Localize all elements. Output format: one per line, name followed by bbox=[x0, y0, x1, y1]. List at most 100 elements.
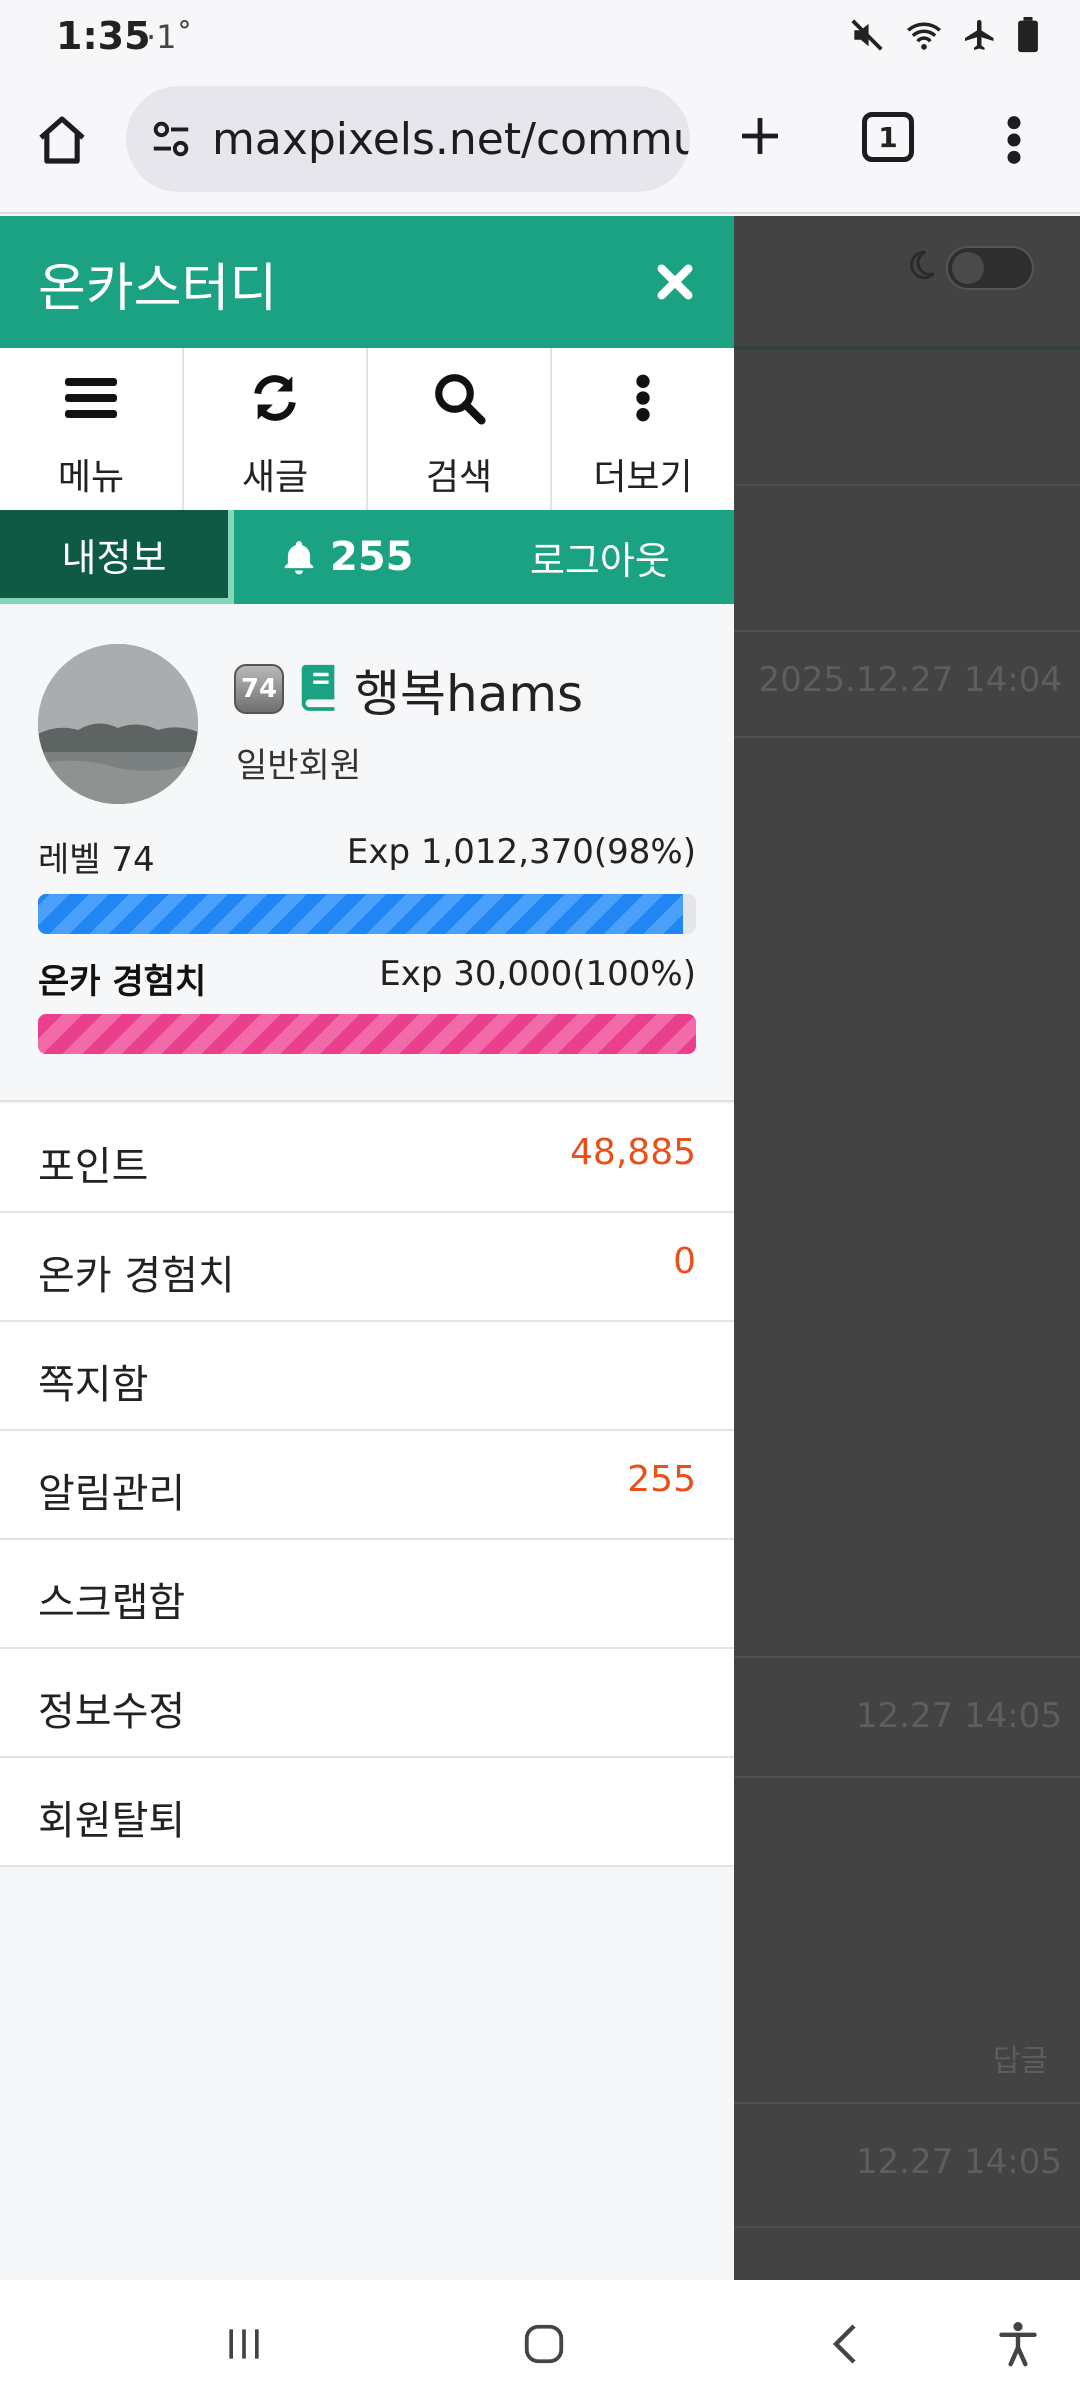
back-button[interactable] bbox=[816, 2312, 876, 2376]
accessibility-button[interactable] bbox=[988, 2312, 1048, 2376]
level-progress-bar bbox=[38, 894, 696, 934]
site-title[interactable]: 온카스터디 bbox=[38, 246, 277, 321]
level-exp: Exp 1,012,370(98%) bbox=[346, 832, 696, 872]
refresh-icon bbox=[249, 368, 301, 428]
status-temperature: ·1˚ bbox=[146, 18, 193, 56]
book-icon bbox=[296, 660, 342, 716]
quick-actions: 메뉴 새글 검색 더보기 bbox=[0, 348, 734, 510]
moon-icon bbox=[904, 246, 938, 288]
page-dim-overlay[interactable]: 2025.12.27 14:04 12.27 14:05 답글 12.27 14… bbox=[734, 216, 1080, 2280]
quick-more-label: 더보기 bbox=[593, 457, 693, 498]
accessibility-icon bbox=[999, 2322, 1037, 2367]
battery-icon bbox=[1016, 17, 1040, 53]
menu-item-notifications[interactable]: 알림관리 255 bbox=[0, 1431, 734, 1540]
divider bbox=[734, 484, 1080, 486]
notification-count: 255 bbox=[330, 534, 414, 580]
recent-apps-icon bbox=[229, 2329, 259, 2359]
menu-icon bbox=[65, 368, 117, 428]
url-text: maxpixels.net/commu bbox=[212, 114, 690, 165]
quick-search-label: 검색 bbox=[425, 457, 493, 498]
more-vertical-icon bbox=[1007, 116, 1021, 164]
mute-icon bbox=[848, 16, 886, 54]
level-badge: 74 bbox=[234, 664, 284, 714]
new-tab-button[interactable] bbox=[728, 104, 792, 168]
drawer-header: 온카스터디 bbox=[0, 216, 734, 348]
wifi-icon bbox=[904, 16, 944, 54]
bell-icon bbox=[284, 541, 314, 575]
menu-item-label: 정보수정 bbox=[38, 1689, 186, 1735]
menu-item-withdraw[interactable]: 회원탈퇴 bbox=[0, 1758, 734, 1867]
username: 행복hams bbox=[354, 665, 584, 723]
dark-mode-toggle[interactable] bbox=[946, 246, 1034, 290]
home-nav-button[interactable] bbox=[514, 2312, 574, 2376]
tab-logout[interactable]: 로그아웃 bbox=[530, 510, 670, 604]
more-vertical-icon bbox=[634, 368, 652, 428]
home-button[interactable] bbox=[30, 108, 94, 172]
back-icon bbox=[832, 2324, 856, 2364]
menu-item-label: 온카 경험치 bbox=[38, 1253, 235, 1299]
level-label: 레벨 74 bbox=[38, 840, 155, 880]
status-bar: 1:35 ·1˚ bbox=[0, 0, 1080, 72]
menu-item-onka-exp[interactable]: 온카 경험치 0 bbox=[0, 1213, 734, 1322]
quick-more-button[interactable]: 더보기 bbox=[552, 348, 734, 510]
menu-item-value: 255 bbox=[627, 1459, 696, 1500]
status-icons bbox=[848, 16, 1040, 54]
reply-link: 답글 bbox=[992, 2044, 1048, 2079]
quick-new-posts-button[interactable]: 새글 bbox=[184, 348, 368, 510]
menu-item-label: 포인트 bbox=[38, 1144, 149, 1190]
onka-exp-value: Exp 30,000(100%) bbox=[379, 954, 696, 994]
menu-item-edit-profile[interactable]: 정보수정 bbox=[0, 1649, 734, 1758]
post-date: 12.27 14:05 bbox=[855, 2142, 1062, 2182]
menu-item-points[interactable]: 포인트 48,885 bbox=[0, 1104, 734, 1213]
recent-apps-button[interactable] bbox=[216, 2312, 272, 2376]
menu-item-value: 48,885 bbox=[570, 1132, 696, 1173]
divider bbox=[734, 1776, 1080, 1778]
user-tabs: 내정보 255 로그아웃 bbox=[0, 510, 734, 604]
background-header bbox=[734, 216, 1080, 350]
onka-progress-bar bbox=[38, 1014, 696, 1054]
avatar[interactable] bbox=[38, 644, 198, 804]
onka-exp-label: 온카 경험치 bbox=[38, 962, 207, 1002]
level-progress-fill bbox=[38, 894, 683, 934]
home-circle-icon bbox=[524, 2324, 564, 2364]
quick-search-button[interactable]: 검색 bbox=[368, 348, 552, 510]
tab-switcher-button[interactable]: 1 bbox=[862, 112, 914, 162]
onka-progress-fill bbox=[38, 1014, 696, 1054]
browser-menu-button[interactable] bbox=[990, 108, 1038, 172]
side-drawer: 온카스터디 메뉴 새글 검색 더보기 내정보 255 로그아웃 74 행복ham… bbox=[0, 216, 734, 2280]
menu-item-label: 스크랩함 bbox=[38, 1580, 186, 1626]
quick-menu-label: 메뉴 bbox=[57, 457, 125, 498]
post-date: 2025.12.27 14:04 bbox=[758, 660, 1062, 700]
toggle-knob bbox=[952, 252, 984, 284]
home-icon bbox=[39, 116, 85, 164]
menu-item-value: 0 bbox=[673, 1241, 696, 1282]
account-menu: 포인트 48,885 온카 경험치 0 쪽지함 알림관리 255 스크랩함 정보… bbox=[0, 1104, 734, 1867]
search-icon bbox=[432, 368, 486, 428]
site-settings-icon[interactable] bbox=[148, 116, 194, 166]
menu-item-label: 쪽지함 bbox=[38, 1362, 149, 1408]
address-bar[interactable]: maxpixels.net/commu bbox=[126, 86, 690, 192]
menu-item-scraps[interactable]: 스크랩함 bbox=[0, 1540, 734, 1649]
close-icon bbox=[657, 264, 693, 300]
divider bbox=[734, 2226, 1080, 2228]
close-button[interactable] bbox=[650, 252, 700, 312]
plus-icon bbox=[742, 118, 778, 154]
airplane-icon bbox=[962, 17, 998, 53]
system-nav-bar bbox=[0, 2280, 1080, 2408]
profile-card: 74 행복hams 일반회원 레벨 74 Exp 1,012,370(98%) … bbox=[0, 604, 734, 1102]
divider bbox=[734, 736, 1080, 738]
quick-menu-button[interactable]: 메뉴 bbox=[0, 348, 184, 510]
divider bbox=[734, 630, 1080, 632]
divider bbox=[734, 1656, 1080, 1658]
post-date: 12.27 14:05 bbox=[855, 1696, 1062, 1736]
tab-notifications[interactable]: 255 bbox=[280, 510, 414, 604]
menu-item-messages[interactable]: 쪽지함 bbox=[0, 1322, 734, 1431]
menu-item-label: 회원탈퇴 bbox=[38, 1798, 186, 1844]
member-grade: 일반회원 bbox=[236, 746, 362, 786]
quick-new-posts-label: 새글 bbox=[241, 457, 309, 498]
divider bbox=[734, 2102, 1080, 2104]
menu-item-label: 알림관리 bbox=[38, 1471, 186, 1517]
status-time: 1:35 bbox=[56, 14, 151, 58]
tab-my-info[interactable]: 내정보 bbox=[0, 510, 234, 604]
browser-toolbar: maxpixels.net/commu 1 bbox=[0, 72, 1080, 214]
